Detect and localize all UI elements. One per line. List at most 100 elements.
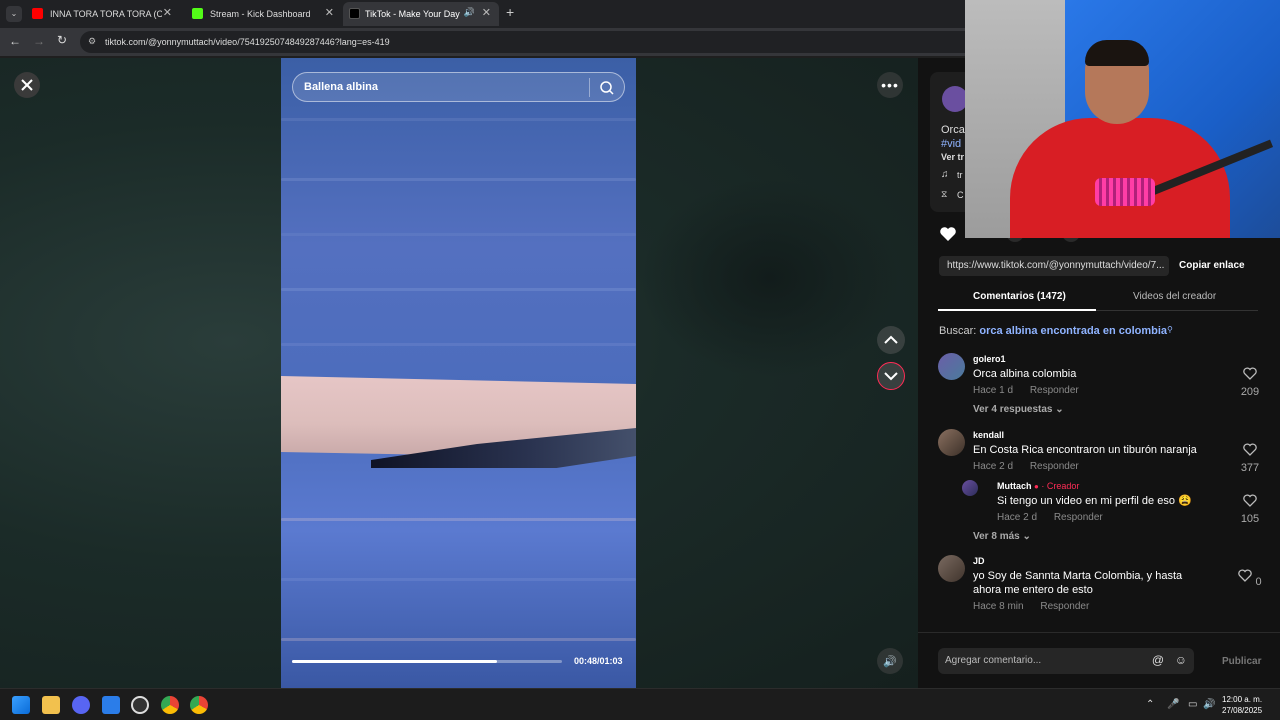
comment-like-button[interactable]: 209 [1238, 367, 1262, 398]
system-clock[interactable]: 12:00 a. m. 27/08/2025 [1222, 694, 1262, 716]
like-count: 377 [1240, 462, 1260, 474]
heart-outline-icon [1243, 443, 1257, 456]
share-link-field[interactable]: https://www.tiktok.com/@yonnymuttach/vid… [939, 256, 1169, 276]
verified-icon: ● [1034, 482, 1039, 491]
hashtag-link[interactable]: #vid [941, 138, 961, 150]
comment-like-button[interactable]: 377 [1238, 443, 1262, 474]
forward-icon[interactable]: → [33, 34, 45, 48]
see-translation[interactable]: Ver tr [941, 152, 964, 162]
creator-avatar[interactable] [962, 480, 978, 496]
tray-chevron-icon[interactable]: ⌃ [1146, 699, 1154, 710]
taskbar: ⌃ 🎤 ▭ 🔊 12:00 a. m. 27/08/2025 [0, 688, 1280, 720]
tab-tiktok[interactable]: TikTok - Make Your Day 🔊 ✕ [343, 2, 499, 26]
related-search-term[interactable]: orca albina encontrada en colombia [979, 325, 1167, 337]
copy-link-button[interactable]: Copiar enlace [1179, 260, 1245, 271]
webcam-person-hair [1085, 40, 1149, 66]
tab-comments[interactable]: Comentarios (1472) [973, 291, 1066, 302]
audio-playing-icon[interactable]: 🔊 [464, 7, 475, 18]
tab-divider [1096, 310, 1258, 311]
close-tab-icon[interactable]: ✕ [163, 6, 172, 19]
webcam-overlay [965, 0, 1280, 238]
more-icon: ••• [881, 77, 899, 93]
water-ripple [281, 638, 636, 641]
back-icon[interactable]: ← [9, 34, 21, 48]
reply-text: Si tengo un video en mi perfil de eso 😩 [997, 495, 1192, 507]
heart-icon[interactable] [938, 224, 958, 244]
chrome-profile-icon[interactable] [190, 696, 208, 714]
search-icon[interactable] [599, 80, 615, 96]
water-ripple [281, 288, 636, 291]
volume-button[interactable]: 🔊 [877, 648, 903, 674]
water-ripple [281, 578, 636, 581]
comment-username[interactable]: kendall [973, 430, 1004, 440]
reload-icon[interactable]: ↻ [57, 33, 67, 47]
comment-time: Hace 1 d [973, 385, 1014, 396]
avatar[interactable] [938, 353, 965, 380]
chrome-icon[interactable] [161, 696, 179, 714]
chevron-up-icon [884, 335, 898, 344]
store-icon[interactable] [102, 696, 120, 714]
reply-button[interactable]: Responder [1030, 461, 1079, 472]
reply-button[interactable]: Responder [1040, 601, 1089, 612]
video-player[interactable] [281, 58, 636, 688]
mention-icon[interactable]: @ [1152, 653, 1164, 667]
windows-start-icon[interactable] [12, 696, 30, 714]
video-progress-bar[interactable] [292, 660, 562, 663]
music-title[interactable]: tr [957, 170, 963, 180]
heart-outline-icon [1243, 494, 1257, 507]
comment-username[interactable]: JD [973, 556, 985, 566]
chevron-down-icon [884, 372, 898, 381]
address-bar[interactable]: ⚙ tiktok.com/@yonnymuttach/video/7541925… [80, 31, 980, 53]
obs-icon[interactable] [131, 696, 149, 714]
caption-label: C [957, 190, 964, 200]
comment-like-button[interactable]: 105 [1238, 494, 1262, 525]
comment-username[interactable]: golero1 [973, 354, 1006, 364]
related-search[interactable]: Buscar: orca albina encontrada en colomb… [939, 325, 1173, 337]
new-tab-button[interactable]: + [506, 4, 514, 20]
reply-button[interactable]: Responder [1030, 385, 1079, 396]
file-explorer-icon[interactable] [42, 696, 60, 714]
view-more-replies[interactable]: Ver 8 más ⌄ [973, 531, 1031, 542]
video-progress-fill [292, 660, 498, 663]
volume-icon[interactable]: 🔊 [1203, 699, 1215, 710]
kick-icon [192, 8, 203, 19]
reply-username[interactable]: Muttach ● · Creador [997, 481, 1079, 491]
site-info-icon[interactable]: ⚙ [88, 36, 96, 47]
close-tab-icon[interactable]: ✕ [482, 6, 491, 19]
tab-youtube[interactable]: INNA TORA TORA TORA (ORIGI ✕ [20, 2, 180, 26]
heart-outline-icon [1238, 569, 1253, 582]
reply-button[interactable]: Responder [1054, 512, 1103, 523]
active-tab-indicator [938, 309, 1096, 311]
comment-item: kendall En Costa Rica encontraron un tib… [938, 429, 1278, 474]
avatar[interactable] [938, 429, 965, 456]
comment-text: yo Soy de Sannta Marta Colombia, y hasta… [973, 570, 1183, 596]
tab-kick[interactable]: Stream - Kick Dashboard ✕ [180, 2, 342, 26]
video-title: Orca [941, 124, 965, 136]
emoji-icon[interactable]: ☺ [1175, 653, 1187, 667]
reply-meta: Hace 2 d Responder [997, 512, 1117, 523]
search-icon: ⚲ [1167, 325, 1173, 334]
tiktok-icon [349, 8, 360, 19]
previous-video-button[interactable] [877, 326, 905, 354]
comment-text: En Costa Rica encontraron un tiburón nar… [973, 444, 1197, 456]
blurred-background-shade [640, 178, 900, 378]
view-replies[interactable]: Ver 4 respuestas ⌄ [973, 404, 1064, 415]
video-search-input[interactable]: Ballena albina [292, 72, 625, 102]
comment-meta: Hace 1 d Responder [973, 385, 1093, 396]
add-comment-input[interactable]: Agregar comentario... @ ☺ [938, 648, 1194, 674]
discord-icon[interactable] [72, 696, 90, 714]
close-button[interactable] [14, 72, 40, 98]
close-tab-icon[interactable]: ✕ [325, 6, 334, 19]
microphone-icon[interactable]: 🎤 [1167, 699, 1179, 710]
water-ripple [281, 518, 636, 521]
tab-creator-videos[interactable]: Videos del creador [1133, 291, 1216, 302]
display-icon[interactable]: ▭ [1188, 699, 1197, 710]
video-time: 00:48/01:03 [574, 656, 623, 666]
next-video-button[interactable] [877, 362, 905, 390]
more-options-button[interactable]: ••• [877, 72, 903, 98]
heart-outline-icon [1243, 367, 1257, 380]
like-count: 0 [1255, 576, 1262, 588]
comment-like-button[interactable]: 0 [1238, 569, 1262, 588]
avatar[interactable] [938, 555, 965, 582]
publish-button[interactable]: Publicar [1222, 656, 1261, 667]
